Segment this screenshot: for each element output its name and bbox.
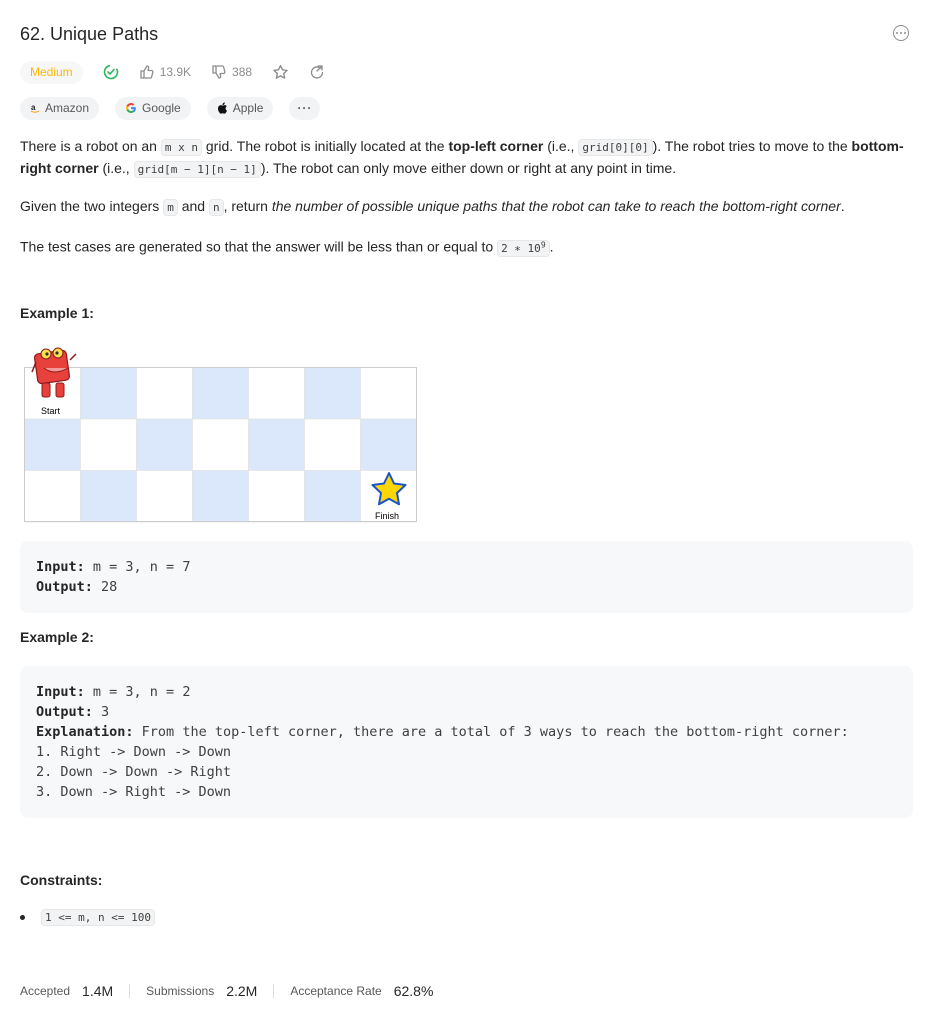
grid-cell: [192, 418, 249, 471]
submissions-value: 2.2M: [226, 983, 258, 999]
grid-cell: [136, 367, 193, 420]
italic-text: the number of possible unique paths that…: [271, 198, 841, 214]
tag-label: Google: [142, 101, 181, 115]
example-2-code-block: Input: m = 3, n = 2 Output: 3 Explanatio…: [20, 666, 913, 818]
grid-cell: [304, 418, 361, 471]
grid-cell: [360, 367, 417, 420]
grid-cell: [248, 470, 305, 523]
grid-cell: [24, 418, 81, 471]
dislikes-count: 388: [232, 65, 253, 79]
problem-title[interactable]: 62. Unique Paths: [20, 22, 913, 46]
example-2-title: Example 2:: [20, 629, 94, 645]
more-tags-button[interactable]: ···: [289, 96, 321, 120]
finish-label: Finish: [375, 511, 399, 521]
example-1-grid-image: Start Finish: [24, 347, 417, 523]
description-paragraph-2: Given the two integers m and n, return t…: [20, 198, 845, 216]
problem-description: There is a robot on an m x n grid. The r…: [20, 136, 913, 275]
grid-cell: [136, 418, 193, 471]
grid-cell: [304, 367, 361, 420]
dislike-button[interactable]: 388: [211, 64, 252, 80]
constraints-title: Constraints:: [20, 872, 103, 888]
thumbs-up-icon: [140, 65, 154, 79]
title-row: 62. Unique Paths: [20, 22, 913, 48]
inline-code: m x n: [160, 139, 202, 156]
likes-count: 13.9K: [159, 65, 192, 79]
divider: [273, 984, 275, 998]
grid-cell: [304, 470, 361, 523]
star-icon: [273, 64, 288, 79]
thumbs-down-icon: [212, 65, 226, 79]
inline-code: grid[m − 1][n − 1]: [133, 161, 261, 178]
favorite-button[interactable]: [272, 64, 289, 81]
inline-code: grid[0][0]: [578, 139, 653, 156]
solved-check-icon: [103, 64, 118, 80]
bold-text: top-left corner: [448, 138, 544, 154]
grid-cell: [80, 470, 137, 523]
share-icon: [310, 65, 324, 79]
bullet-icon: [20, 915, 25, 920]
divider: [129, 984, 131, 998]
grid-cell: [136, 470, 193, 523]
tag-google[interactable]: Google: [115, 96, 191, 120]
grid-cell: [248, 367, 305, 420]
grid-cell: [24, 470, 81, 523]
more-options-icon[interactable]: [893, 25, 909, 41]
svg-text:a: a: [31, 103, 36, 112]
grid-cell: [248, 418, 305, 471]
grid-cell: [360, 418, 417, 471]
share-button[interactable]: [309, 64, 325, 80]
grid-cells: [24, 367, 417, 523]
constraint-code: 1 <= m, n <= 100: [41, 909, 155, 926]
tag-amazon[interactable]: a Amazon: [20, 96, 100, 120]
grid-cell: [192, 367, 249, 420]
acceptance-rate-value: 62.8%: [393, 983, 434, 999]
acceptance-rate-label: Acceptance Rate: [290, 984, 382, 998]
submission-stats: Accepted 1.4M Submissions 2.2M Acceptanc…: [20, 983, 433, 999]
solved-status: [103, 64, 119, 80]
start-label: Start: [41, 406, 61, 416]
like-button[interactable]: 13.9K: [139, 64, 191, 80]
constraint-item: 1 <= m, n <= 100: [20, 909, 155, 926]
apple-icon: [217, 102, 228, 114]
google-icon: [125, 102, 137, 114]
tag-label: Amazon: [45, 101, 90, 115]
accepted-value: 1.4M: [82, 983, 114, 999]
example-1-code-block: Input: m = 3, n = 7 Output: 28: [20, 541, 913, 613]
grid-cell: [192, 470, 249, 523]
amazon-icon: a: [30, 103, 40, 113]
description-paragraph-1: There is a robot on an m x n grid. The r…: [20, 138, 904, 178]
inline-code: n: [208, 199, 224, 216]
grid-cell: [80, 367, 137, 420]
inline-code: m: [163, 199, 178, 216]
submissions-label: Submissions: [146, 984, 215, 998]
company-tags: a Amazon Google Apple ···: [20, 96, 336, 120]
description-paragraph-3: The test cases are generated so that the…: [20, 238, 554, 257]
accepted-label: Accepted: [20, 984, 71, 998]
inline-code: 2 ∗ 109: [497, 239, 550, 257]
meta-row: Medium 13.9K 388: [20, 60, 325, 84]
tag-label: Apple: [232, 101, 264, 115]
grid-cell: [80, 418, 137, 471]
example-1-title: Example 1:: [20, 305, 94, 321]
difficulty-badge: Medium: [20, 60, 83, 84]
tag-apple[interactable]: Apple: [206, 96, 274, 120]
